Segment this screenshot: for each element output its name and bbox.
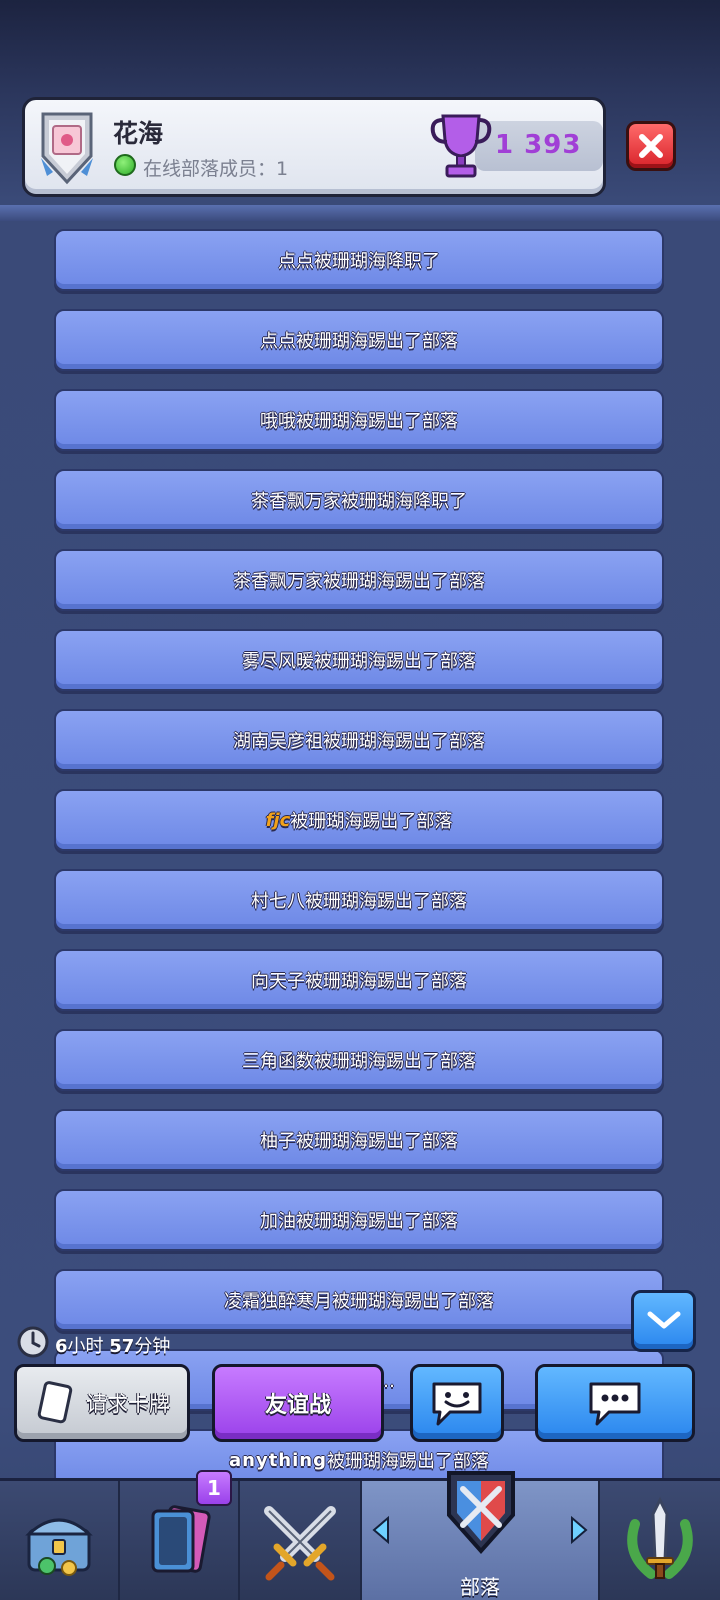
log-text: 茶香飘万家被珊瑚海踢出了部落 <box>233 571 485 592</box>
log-item: 柚子被珊瑚海踢出了部落 <box>54 1109 664 1171</box>
clan-shield-icon <box>447 1471 515 1555</box>
cards-icon <box>151 1505 211 1573</box>
log-text: 加油被珊瑚海踢出了部落 <box>260 1211 458 1232</box>
timer-hours: 6 <box>55 1336 68 1357</box>
chat-button[interactable] <box>535 1364 695 1442</box>
log-text: 村七八被珊瑚海踢出了部落 <box>251 891 467 912</box>
log-text: 点点被珊瑚海踢出了部落 <box>260 331 458 352</box>
friendly-battle-button[interactable]: 友谊战 <box>212 1364 384 1442</box>
nav-tab-shop[interactable] <box>0 1481 120 1600</box>
clock-icon <box>17 1326 49 1358</box>
header-band <box>0 205 720 221</box>
cards-notification-badge: 1 <box>196 1470 232 1506</box>
log-text: 湖南吴彦祖被珊瑚海踢出了部落 <box>233 731 485 752</box>
player-name: anything <box>229 1449 327 1471</box>
online-status-icon <box>114 154 136 176</box>
trophy-icon <box>430 114 492 178</box>
log-text: 茶香飘万家被珊瑚海降职了 <box>251 491 467 512</box>
clan-badge-icon <box>41 112 93 185</box>
request-cards-button[interactable]: 请求卡牌 <box>14 1364 190 1442</box>
emote-icon <box>432 1382 482 1426</box>
nav-tab-events[interactable] <box>600 1481 720 1600</box>
log-text: 点点被珊瑚海降职了 <box>278 251 440 272</box>
log-item: 茶香飘万家被珊瑚海踢出了部落 <box>54 549 664 611</box>
nav-label-clan: 部落 <box>460 1575 500 1599</box>
log-text: 三角函数被珊瑚海踢出了部落 <box>242 1051 476 1072</box>
log-item: 茶香飘万家被珊瑚海降职了 <box>54 469 664 531</box>
log-text: 雾尽风暖被珊瑚海踢出了部落 <box>242 651 476 672</box>
chat-icon <box>589 1382 641 1426</box>
clan-header-card[interactable]: 花海 在线部落成员：1 1 393 <box>22 97 606 197</box>
nav-tab-clan[interactable]: 部落 <box>362 1471 600 1600</box>
log-item: 点点被珊瑚海降职了 <box>54 229 664 291</box>
card-icon <box>37 1381 73 1424</box>
nav-tab-battle[interactable] <box>240 1481 362 1600</box>
log-text: 凌霜独醉寒月被珊瑚海踢出了部落 <box>224 1291 494 1312</box>
log-item: 雾尽风暖被珊瑚海踢出了部落 <box>54 629 664 691</box>
log-item: 点点被珊瑚海踢出了部落 <box>54 309 664 371</box>
chevron-left-icon <box>372 1515 389 1545</box>
log-text: 哦哦被珊瑚海踢出了部落 <box>260 411 458 432</box>
log-item: 哦哦被珊瑚海踢出了部落 <box>54 389 664 451</box>
chevron-down-icon <box>647 1311 680 1329</box>
log-item: 加油被珊瑚海踢出了部落 <box>54 1189 664 1251</box>
log-text: 向天子被珊瑚海踢出了部落 <box>251 971 467 992</box>
friendly-battle-label: 友谊战 <box>264 1393 331 1418</box>
chevron-right-icon <box>571 1515 588 1545</box>
timer-hours-unit: 小时 <box>67 1336 104 1357</box>
trophy-count: 1 393 <box>495 130 582 160</box>
clan-name: 花海 <box>113 119 164 148</box>
crossed-swords-icon <box>264 1506 336 1581</box>
log-item: 村七八被珊瑚海踢出了部落 <box>54 869 664 931</box>
emote-button[interactable] <box>410 1364 504 1442</box>
log-item: 向天子被珊瑚海踢出了部落 <box>54 949 664 1011</box>
timer-minutes-unit: 分钟 <box>134 1336 171 1357</box>
close-button[interactable] <box>626 121 676 171</box>
close-icon <box>639 134 663 158</box>
laurel-sword-icon <box>627 1496 693 1579</box>
player-name: fjc <box>265 809 291 831</box>
log-item: 湖南吴彦祖被珊瑚海踢出了部落 <box>54 709 664 771</box>
log-item: 三角函数被珊瑚海踢出了部落 <box>54 1029 664 1091</box>
bottom-nav: 部落 <box>0 1471 720 1600</box>
log-text: 被珊瑚海踢出了部落 <box>290 811 453 832</box>
log-item: fjc 被珊瑚海踢出了部落 <box>54 789 664 851</box>
scroll-down-button[interactable] <box>631 1290 696 1352</box>
treasure-chest-icon <box>25 1518 93 1576</box>
log-text: 柚子被珊瑚海踢出了部落 <box>260 1131 458 1152</box>
online-members-text: 在线部落成员：1 <box>143 158 289 180</box>
log-item: 凌霜独醉寒月被珊瑚海踢出了部落 <box>54 1269 664 1331</box>
timer-minutes: 57 <box>109 1336 135 1357</box>
request-timer: 6小时 57分钟 <box>55 1332 170 1358</box>
request-cards-label: 请求卡牌 <box>86 1392 170 1416</box>
